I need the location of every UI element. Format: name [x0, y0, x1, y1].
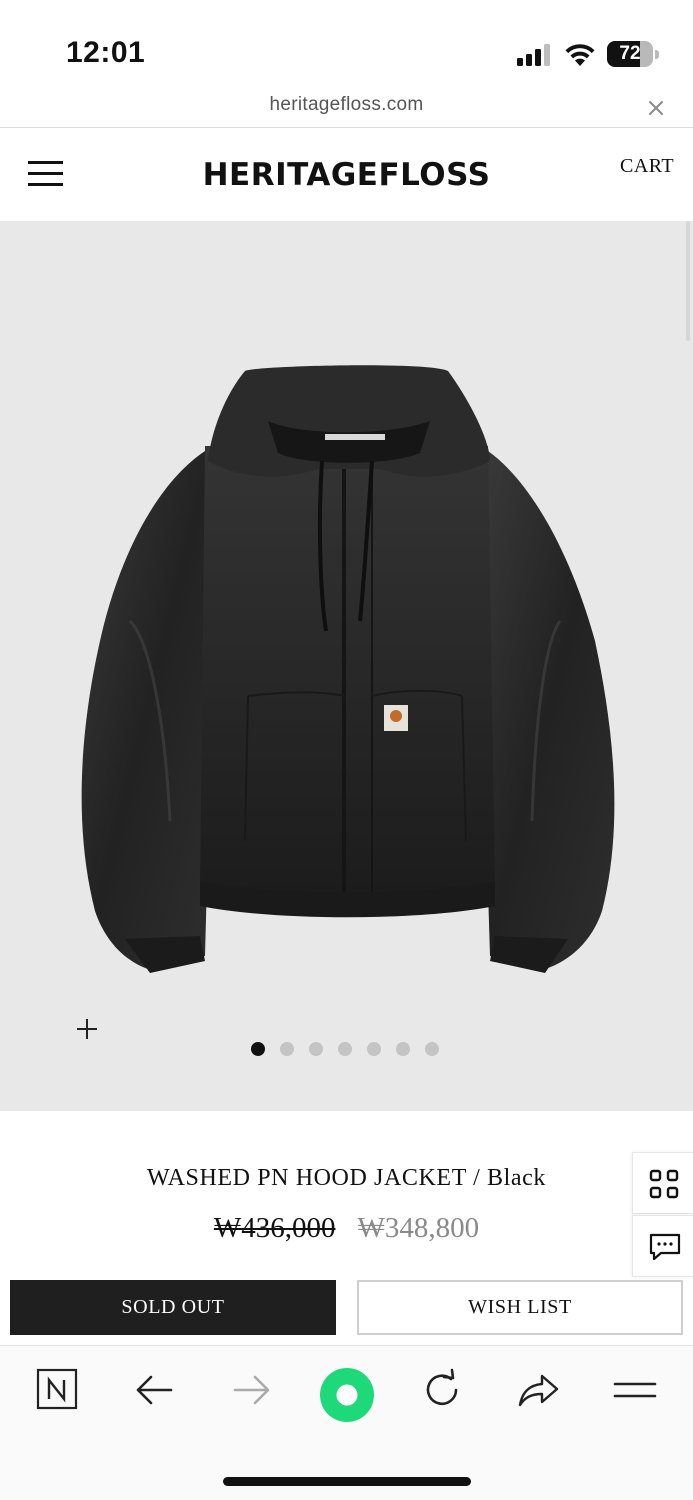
- back-button[interactable]: [133, 1368, 177, 1412]
- chat-icon: [649, 1233, 681, 1261]
- carousel-dots[interactable]: [251, 1042, 439, 1056]
- url-bar[interactable]: heritagefloss.com: [0, 88, 693, 128]
- original-price: ₩436,000: [213, 1212, 336, 1244]
- status-time: 12:01: [66, 36, 146, 69]
- site-header: HERITAGEFLOSS CART: [0, 129, 693, 221]
- product-prices: ₩436,000 ₩348,800: [0, 1212, 693, 1245]
- menu-icon: [613, 1382, 657, 1398]
- share-icon: [518, 1374, 559, 1407]
- browser-menu-button[interactable]: [613, 1368, 657, 1412]
- reload-icon: [426, 1368, 458, 1406]
- chat-button[interactable]: [632, 1215, 693, 1277]
- browser-toolbar: [0, 1345, 693, 1500]
- carousel-dot[interactable]: [367, 1042, 381, 1056]
- naver-n-button[interactable]: [36, 1368, 80, 1412]
- green-home-button[interactable]: [319, 1367, 375, 1423]
- sold-out-button[interactable]: SOLD OUT: [10, 1280, 336, 1335]
- carousel-dot[interactable]: [309, 1042, 323, 1056]
- close-icon[interactable]: [644, 96, 668, 120]
- carousel-dot[interactable]: [251, 1042, 265, 1056]
- plus-icon[interactable]: [76, 1018, 98, 1040]
- carousel-dot[interactable]: [338, 1042, 352, 1056]
- reload-button[interactable]: [420, 1368, 464, 1412]
- battery-indicator: 72: [607, 41, 659, 67]
- back-arrow-icon: [136, 1375, 173, 1405]
- cart-link[interactable]: CART: [620, 155, 674, 178]
- cellular-signal-icon: [517, 44, 550, 66]
- green-circle-icon: [320, 1368, 374, 1422]
- carousel-dot[interactable]: [396, 1042, 410, 1056]
- home-indicator[interactable]: [223, 1477, 471, 1486]
- naver-n-icon: [36, 1368, 78, 1410]
- share-button[interactable]: [517, 1368, 561, 1412]
- product-image-gallery[interactable]: [0, 221, 693, 1111]
- url-domain[interactable]: heritagefloss.com: [0, 94, 693, 116]
- wifi-icon: [565, 44, 595, 66]
- sale-price: ₩348,800: [357, 1212, 480, 1244]
- battery-level: 72: [619, 43, 641, 64]
- carousel-dot[interactable]: [280, 1042, 294, 1056]
- grid-view-button[interactable]: [632, 1152, 693, 1214]
- forward-arrow-icon: [233, 1375, 270, 1405]
- product-name: WASHED PN HOOD JACKET / Black: [147, 1165, 546, 1191]
- wish-list-button[interactable]: WISH LIST: [357, 1280, 683, 1335]
- grid-icon: [649, 1169, 679, 1199]
- forward-button[interactable]: [229, 1368, 273, 1412]
- product-photo: [81, 365, 615, 973]
- carousel-dot[interactable]: [425, 1042, 439, 1056]
- site-logo[interactable]: HERITAGEFLOSS: [0, 157, 693, 193]
- status-bar: 12:01 72: [0, 0, 693, 90]
